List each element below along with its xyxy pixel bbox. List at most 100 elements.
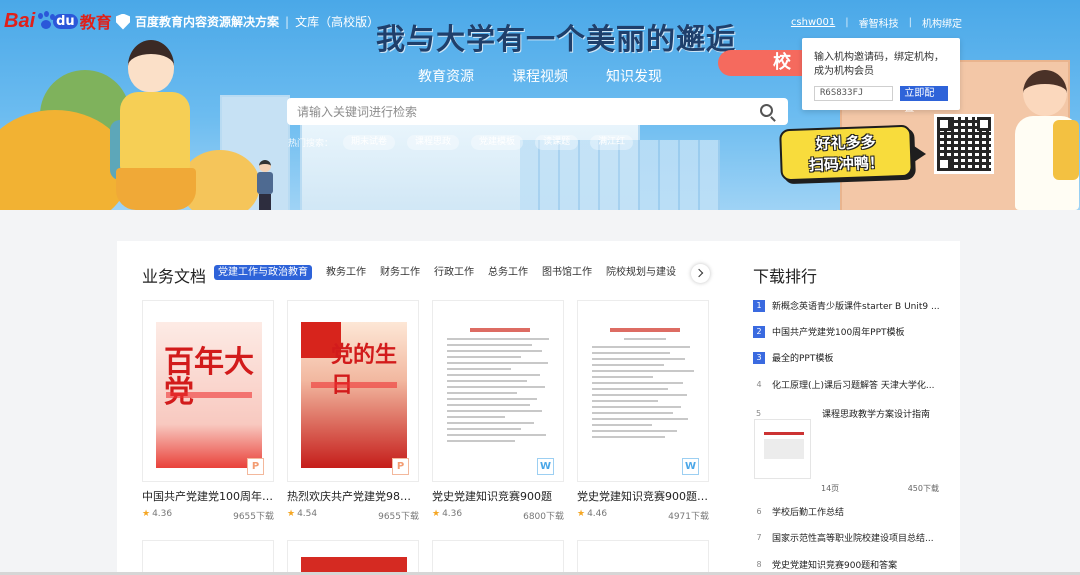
solution-title-text: 百度教育内容资源解决方案 [135, 15, 280, 29]
tab-finance[interactable]: 财务工作 [380, 265, 420, 280]
paw-icon [36, 11, 56, 31]
document-thumbnail[interactable]: 党的生日 P [287, 300, 419, 482]
configure-button[interactable]: 立即配置 [900, 86, 948, 114]
top-links: cshw001 | 睿智科技 | 机构绑定 [791, 15, 962, 30]
hot-tag[interactable]: 读课题 [535, 135, 579, 150]
document-downloads: 9655下载 [378, 512, 419, 522]
document-card[interactable] [287, 540, 419, 575]
ranking-title[interactable]: 党史党建知识竞赛900题和答案 [772, 558, 943, 571]
nav-education-resources[interactable]: 教育资源 [418, 66, 474, 86]
hot-searches: 热门搜索： 期末试卷 课程思政 党建模板 读课题 满江红 [288, 135, 645, 150]
invite-code-field[interactable]: R6S833FJ [814, 86, 894, 101]
document-card[interactable] [432, 540, 564, 575]
document-rating: ★ 4.46 [577, 509, 608, 519]
rank-number: 1 [753, 299, 765, 312]
chevron-right-icon [694, 268, 704, 278]
bind-org-link[interactable]: 机构绑定 [922, 15, 962, 30]
ranking-item[interactable]: 4 化工原理(上)课后习题解答 天津大学化... [753, 378, 943, 392]
document-card[interactable] [577, 540, 709, 575]
document-thumbnail[interactable] [287, 540, 419, 575]
nav-course-video[interactable]: 课程视频 [512, 66, 568, 86]
hot-tag[interactable]: 满江红 [590, 135, 634, 150]
star-icon: ★ [287, 509, 296, 519]
document-card[interactable]: 党的生日 P 热烈欢庆共产党建党98周年PPT模板 ★4.54 9655下载 [287, 300, 419, 522]
org-link[interactable]: 睿智科技 [859, 15, 899, 30]
promo-line2: 扫码冲鸭！ [808, 153, 885, 175]
page-count: 14页 [821, 484, 840, 493]
category-tabs: 党建工作与政治教育 教务工作 财务工作 行政工作 总务工作 图书馆工作 院校规划… [214, 265, 690, 280]
search-box [287, 98, 788, 125]
document-thumbnail[interactable] [432, 540, 564, 575]
rank-number: 3 [753, 351, 765, 364]
illustration-boy [255, 160, 275, 210]
star-icon: ★ [432, 509, 441, 519]
ranking-item[interactable]: 7 国家示范性高等职业院校建设项目总结... [753, 531, 943, 545]
document-title[interactable]: 党史党建知识竞赛900题和答案 [577, 488, 709, 504]
document-rating: ★ 4.36 [432, 509, 463, 519]
user-link[interactable]: cshw001 [791, 17, 835, 28]
tab-party-building[interactable]: 党建工作与政治教育 [214, 265, 312, 280]
logo-du: du [53, 13, 78, 29]
hot-tag[interactable]: 期末试卷 [343, 135, 396, 150]
ranking-item[interactable]: 8 党史党建知识竞赛900题和答案 [753, 558, 943, 572]
star-icon: ★ [142, 509, 151, 519]
ranking-title[interactable]: 新概念英语青少版课件starter B Unit9 ... [772, 299, 943, 312]
document-card[interactable] [142, 540, 274, 575]
banner-slogan: 我与大学有一个美丽的邂逅 [376, 22, 737, 56]
ranking-title[interactable]: 中国共产党建党100周年PPT模板 [772, 325, 943, 338]
tab-administration[interactable]: 行政工作 [434, 265, 474, 280]
search-icon[interactable] [760, 104, 773, 117]
document-title[interactable]: 热烈欢庆共产党建党98周年PPT模板 [287, 488, 419, 504]
document-thumbnail[interactable]: W [432, 300, 564, 482]
rank-number: 7 [756, 532, 762, 542]
shield-icon [116, 13, 130, 30]
document-thumbnail[interactable] [754, 419, 811, 479]
document-downloads: 6800下载 [523, 512, 564, 522]
document-downloads: 9655下载 [233, 512, 274, 522]
rank-number: 8 [756, 559, 762, 569]
divider: | [908, 17, 912, 28]
ranking-item[interactable]: 3 最全的PPT模板 [753, 351, 943, 364]
solution-title[interactable]: 百度教育内容资源解决方案 | 文库（高校版） [116, 13, 379, 30]
document-thumbnail[interactable] [577, 540, 709, 575]
document-thumbnail[interactable] [142, 540, 274, 575]
document-downloads: 4971下载 [668, 512, 709, 522]
divider: | [285, 14, 290, 29]
tab-campus-planning[interactable]: 院校规划与建设 [606, 265, 676, 280]
divider: | [845, 17, 849, 28]
document-title[interactable]: 中国共产党建党100周年PPT模板 [142, 488, 274, 504]
rank-number: 4 [756, 379, 762, 389]
promo-sign[interactable]: 好礼多多 扫码冲鸭！ [779, 124, 913, 182]
hot-tag[interactable]: 党建模板 [471, 135, 524, 150]
next-tabs-button[interactable] [691, 264, 710, 283]
section-title-business: 业务文档 [142, 267, 207, 286]
document-card[interactable]: W 党史党建知识竞赛900题和答案 ★4.46 4971下载 [577, 300, 709, 522]
ranking-featured-item[interactable]: 5 课程思政教学方案设计指南 14页 450下载 [753, 405, 943, 495]
hot-tag[interactable]: 课程思政 [407, 135, 460, 150]
product-name: 文库（高校版） [295, 15, 380, 29]
ranking-title[interactable]: 学校后勤工作总结 [772, 505, 943, 518]
ranking-item[interactable]: 2 中国共产党建党100周年PPT模板 [753, 325, 943, 338]
tab-general-affairs[interactable]: 总务工作 [488, 265, 528, 280]
nav-knowledge-discovery[interactable]: 知识发现 [606, 66, 662, 86]
qr-code[interactable] [934, 114, 994, 174]
ranking-item[interactable]: 1 新概念英语青少版课件starter B Unit9 ... [753, 299, 943, 312]
tab-academic-affairs[interactable]: 教务工作 [326, 265, 366, 280]
illustration-student [1015, 70, 1080, 210]
document-title[interactable]: 党史党建知识竞赛900题 [432, 488, 564, 504]
download-count: 450下载 [907, 484, 939, 493]
ranking-title[interactable]: 国家示范性高等职业院校建设项目总结... [772, 531, 943, 544]
ranking-title[interactable]: 化工原理(上)课后习题解答 天津大学化... [772, 378, 943, 391]
document-card[interactable]: 百年大党 P 中国共产党建党100周年PPT模板 ★4.36 9655下载 [142, 300, 274, 522]
logo-edu: 教育 [79, 13, 112, 32]
tab-library[interactable]: 图书馆工作 [542, 265, 592, 280]
ranking-title[interactable]: 最全的PPT模板 [772, 351, 943, 364]
document-thumbnail[interactable]: 百年大党 P [142, 300, 274, 482]
ranking-item[interactable]: 6 学校后勤工作总结 [753, 505, 943, 519]
document-rating: ★ 4.54 [287, 509, 318, 519]
search-input[interactable] [287, 98, 747, 125]
ranking-title[interactable]: 课程思政教学方案设计指南 [822, 407, 930, 420]
document-card[interactable]: W 党史党建知识竞赛900题 ★ 4.36 6800下载 [432, 300, 564, 522]
document-thumbnail[interactable]: W [577, 300, 709, 482]
baidu-education-logo[interactable]: Bai du 教育 [4, 8, 112, 34]
